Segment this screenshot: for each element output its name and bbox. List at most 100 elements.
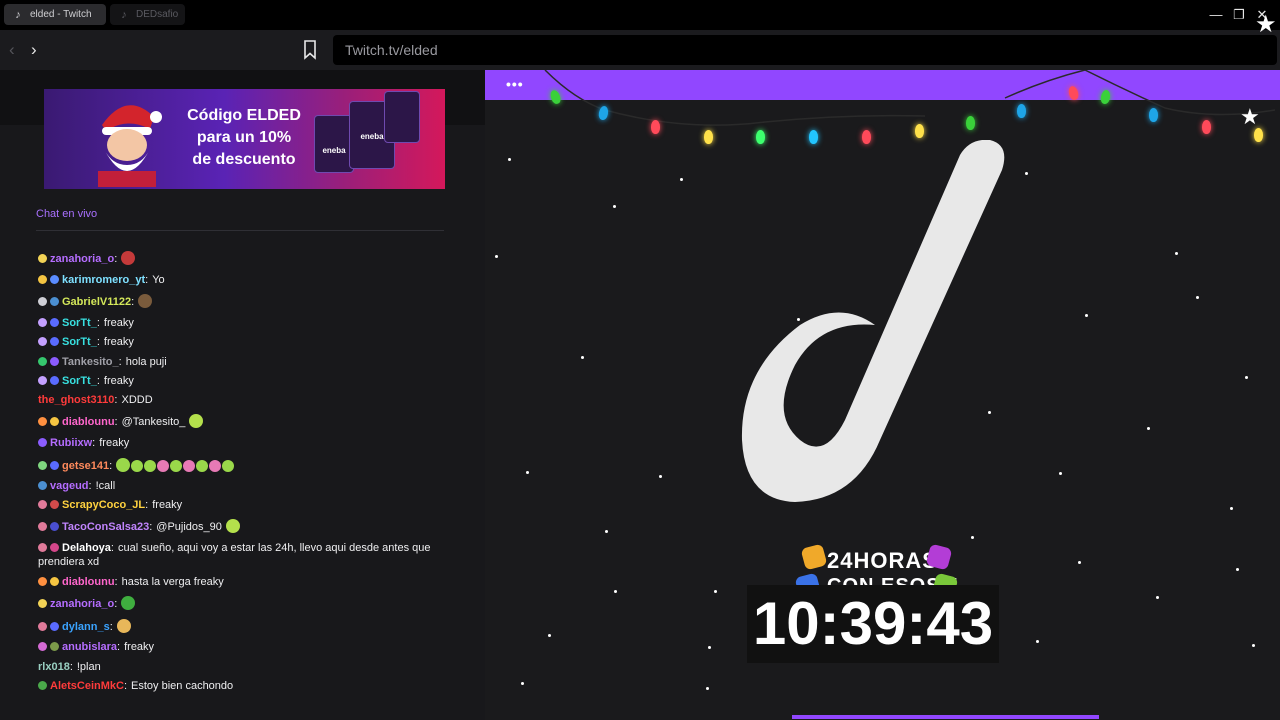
chat-badge-icon[interactable]: [38, 275, 47, 284]
restore-button[interactable]: ❐: [1229, 5, 1249, 25]
chat-emote-icon[interactable]: [170, 460, 183, 472]
bookmark-icon[interactable]: [302, 39, 318, 61]
chat-username[interactable]: rlx018: [38, 661, 70, 673]
star-icon[interactable]: ★: [1240, 104, 1260, 130]
chat-username[interactable]: getse141: [62, 460, 109, 472]
chat-username[interactable]: ScrapyCoco_JL: [62, 499, 145, 511]
chat-message: Delahoya: cual sueño, aqui voy a estar la…: [38, 541, 446, 569]
chat-badge-icon[interactable]: [50, 337, 59, 346]
chat-emote-icon[interactable]: [138, 294, 153, 308]
chat-badge-icon[interactable]: [38, 522, 47, 531]
tab-elded-twitch[interactable]: ♪ elded - Twitch: [4, 4, 106, 25]
chat-emote-icon[interactable]: [222, 460, 235, 472]
overlay-title-line-1: 24HORAS: [827, 548, 938, 573]
chat-emote-icon[interactable]: [157, 460, 170, 472]
chat-username[interactable]: diablounu: [62, 576, 115, 588]
chat-username[interactable]: Delahoya: [62, 542, 111, 554]
stream-player[interactable]: ••• 24HORAS CON ESOS 4 10:39:43 ★: [485, 70, 1280, 720]
chat-badge-icon[interactable]: [38, 318, 47, 327]
chat-username[interactable]: SorTt_: [62, 336, 97, 348]
chat-badge-icon[interactable]: [50, 522, 59, 531]
chat-badge-icon[interactable]: [50, 500, 59, 509]
chat-username[interactable]: SorTt_: [62, 317, 97, 329]
tiktok-tab-icon: ♪: [121, 8, 127, 21]
chat-badge-icon[interactable]: [38, 642, 47, 651]
chat-emote-icon[interactable]: [196, 460, 209, 472]
snowflake: [1175, 252, 1178, 255]
chat-badge-icon[interactable]: [38, 681, 47, 690]
chat-badge-icon[interactable]: [50, 275, 59, 284]
chat-username[interactable]: vageud: [50, 480, 89, 492]
snowflake: [548, 634, 551, 637]
chat-emote-icon[interactable]: [121, 251, 136, 265]
chat-message: diablounu: hasta la verga freaky: [38, 575, 446, 589]
chat-username[interactable]: karimromero_yt: [62, 274, 145, 286]
chat-badge-icon[interactable]: [38, 337, 47, 346]
snowflake: [680, 178, 683, 181]
minimize-button[interactable]: —: [1206, 5, 1226, 25]
chat-badge-icon[interactable]: [50, 543, 59, 552]
url-input[interactable]: Twitch.tv/elded: [333, 35, 1277, 65]
chat-emote-icon[interactable]: [183, 460, 196, 472]
chat-colon: :: [149, 521, 153, 533]
chat-username[interactable]: the_ghost3110: [38, 394, 114, 406]
chat-username[interactable]: zanahoria_o: [50, 598, 114, 610]
chat-username[interactable]: GabrielV1122: [62, 296, 131, 308]
chat-text: freaky: [103, 375, 134, 387]
chat-username[interactable]: Rubiixw: [50, 437, 92, 449]
light-bulb: [1254, 128, 1263, 142]
sponsor-banner[interactable]: Código ELDED para un 10% de descuento en…: [44, 89, 445, 189]
chat-emote-icon[interactable]: [189, 414, 204, 428]
chat-badge-icon[interactable]: [38, 438, 47, 447]
chat-badge-icon[interactable]: [50, 622, 59, 631]
tab-dedsafio[interactable]: ♪ DEDsafio: [110, 4, 185, 25]
chat-badge-icon[interactable]: [38, 622, 47, 631]
chat-emote-icon[interactable]: [121, 596, 136, 610]
chat-badge-icon[interactable]: [38, 543, 47, 552]
chat-badge-icon[interactable]: [38, 500, 47, 509]
chat-badge-icon[interactable]: [50, 357, 59, 366]
chat-badge-icon[interactable]: [38, 599, 47, 608]
chat-badge-icon[interactable]: [38, 461, 47, 470]
snowflake: [1245, 376, 1248, 379]
back-button[interactable]: ‹: [9, 40, 15, 60]
forward-button[interactable]: ›: [31, 40, 37, 60]
snowflake: [495, 255, 498, 258]
chat-badge-icon[interactable]: [38, 417, 47, 426]
chat-badge-icon[interactable]: [38, 297, 47, 306]
chat-username[interactable]: AletsCeinMkC: [50, 680, 124, 692]
chat-badge-icon[interactable]: [50, 297, 59, 306]
chat-username[interactable]: TacoConSalsa23: [62, 521, 149, 533]
chat-badge-icon[interactable]: [38, 577, 47, 586]
chat-badge-icon[interactable]: [50, 417, 59, 426]
chat-username[interactable]: anubislara: [62, 641, 117, 653]
chat-emote-icon[interactable]: [225, 519, 240, 533]
chat-emote-icon[interactable]: [209, 460, 222, 472]
chat-message: dylann_s:: [38, 619, 446, 634]
chat-emote-icon[interactable]: [116, 619, 131, 633]
chat-badge-icon[interactable]: [50, 577, 59, 586]
chat-username[interactable]: dylann_s: [62, 621, 110, 633]
chat-badge-icon[interactable]: [38, 376, 47, 385]
chat-colon: :: [96, 375, 100, 387]
chat-badge-icon[interactable]: [38, 357, 47, 366]
chat-message: rlx018: !plan: [38, 660, 446, 674]
chat-username[interactable]: SorTt_: [62, 375, 97, 387]
snowflake: [971, 536, 974, 539]
banner-text: Código ELDED para un 10% de descuento: [184, 105, 304, 171]
chat-badge-icon[interactable]: [38, 254, 47, 263]
chat-badge-icon[interactable]: [50, 642, 59, 651]
chat-badge-icon[interactable]: [50, 461, 59, 470]
gift-card: eneba: [314, 115, 354, 173]
chat-username[interactable]: Tankesito_: [62, 356, 119, 368]
star-favorite-icon[interactable]: ★: [1255, 13, 1277, 37]
chat-emote-icon[interactable]: [131, 460, 144, 472]
chat-badge-icon[interactable]: [38, 481, 47, 490]
chat-emote-icon[interactable]: [144, 460, 157, 472]
chat-username[interactable]: zanahoria_o: [50, 253, 114, 265]
chat-username[interactable]: diablounu: [62, 416, 115, 428]
chat-badge-icon[interactable]: [50, 318, 59, 327]
chat-emote-icon[interactable]: [116, 458, 131, 472]
chat-badge-icon[interactable]: [50, 376, 59, 385]
chat-text: freaky: [124, 641, 155, 653]
